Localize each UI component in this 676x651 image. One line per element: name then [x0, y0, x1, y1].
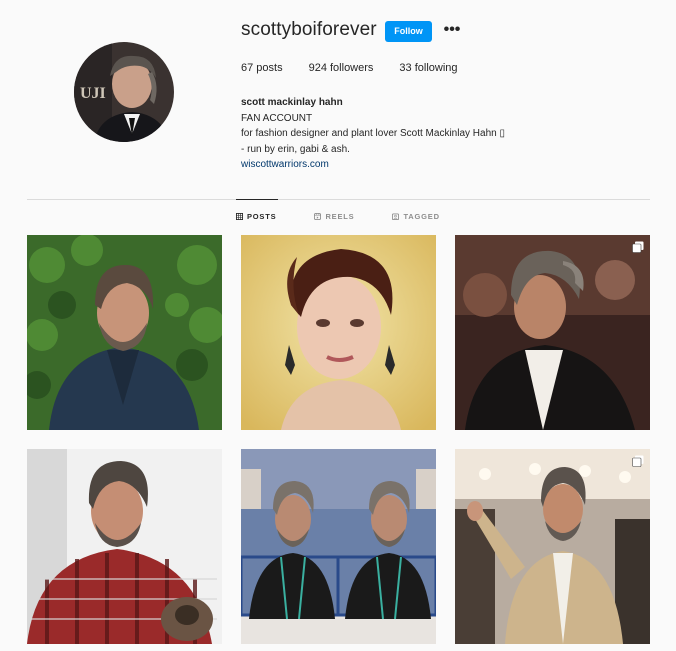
profile-username: scottyboiforever	[241, 19, 377, 40]
tab-label: POSTS	[247, 212, 277, 221]
tab-reels[interactable]: REELS	[314, 212, 354, 221]
grid-icon	[236, 213, 243, 220]
post-thumbnail[interactable]	[455, 235, 650, 430]
multiple-posts-icon	[632, 241, 644, 253]
tab-label: REELS	[325, 212, 355, 221]
post-thumbnail[interactable]	[455, 449, 650, 644]
tab-posts[interactable]: POSTS	[236, 212, 276, 221]
active-tab-indicator	[236, 199, 278, 200]
tab-label: TAGGED	[403, 212, 440, 221]
bio-line: FAN ACCOUNT	[241, 112, 313, 124]
profile-bio: scott mackinlay hahn FAN ACCOUNT for fas…	[241, 95, 505, 173]
profile-stats: 67 posts 924 followers 33 following	[241, 62, 484, 74]
tagged-icon	[392, 213, 400, 220]
tab-tagged[interactable]: TAGGED	[392, 212, 439, 221]
svg-text:UJI: UJI	[80, 85, 106, 102]
post-thumbnail[interactable]	[27, 235, 222, 430]
multiple-posts-icon	[632, 455, 644, 467]
post-thumbnail[interactable]	[241, 449, 436, 644]
followers-link[interactable]: 924 followers	[309, 62, 374, 74]
post-thumbnail[interactable]	[27, 449, 222, 644]
bio-website-link[interactable]: wiscottwarriors.com	[241, 157, 505, 173]
tab-divider	[27, 199, 650, 200]
post-thumbnail[interactable]	[241, 235, 436, 430]
follow-button[interactable]: Follow	[385, 21, 432, 42]
profile-tabs: POSTS REELS TAGGED	[236, 212, 440, 221]
bio-line: for fashion designer and plant lover Sco…	[241, 128, 505, 139]
bio-line: - run by erin, gabi & ash.	[241, 143, 350, 155]
profile-avatar[interactable]: UJI	[74, 42, 174, 142]
bio-name: scott mackinlay hahn	[241, 97, 343, 108]
posts-count: 67 posts	[241, 62, 283, 74]
more-horizontal-icon[interactable]: •••	[441, 20, 463, 42]
reels-icon	[314, 213, 322, 220]
following-link[interactable]: 33 following	[399, 62, 457, 74]
